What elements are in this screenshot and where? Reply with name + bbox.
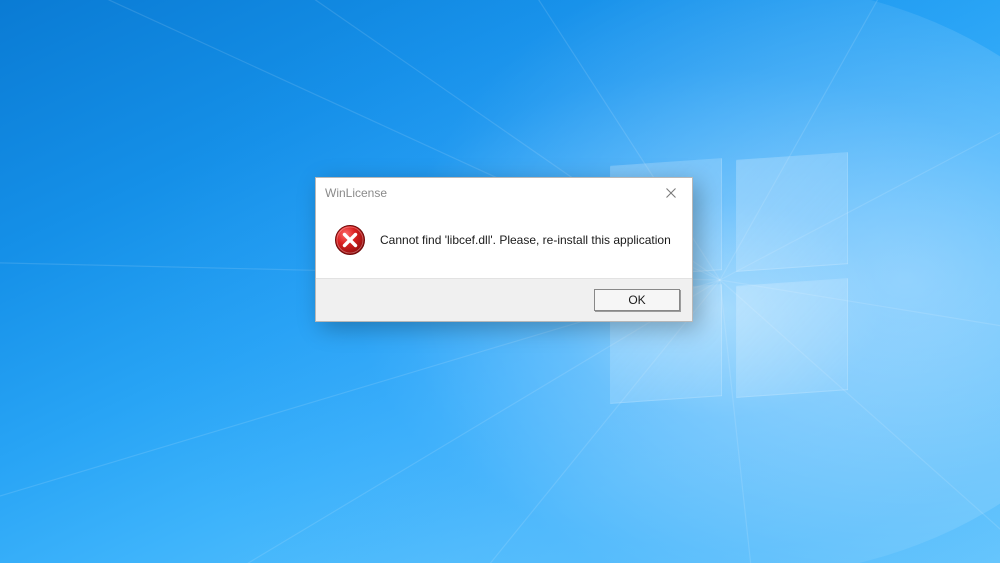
dialog-message: Cannot find 'libcef.dll'. Please, re-ins… [380, 232, 671, 249]
dialog-title: WinLicense [325, 186, 387, 200]
dialog-body: Cannot find 'libcef.dll'. Please, re-ins… [316, 208, 692, 278]
close-button[interactable] [652, 179, 690, 207]
error-dialog: WinLicense [315, 177, 693, 322]
dialog-titlebar[interactable]: WinLicense [316, 178, 692, 208]
ok-button[interactable]: OK [594, 289, 680, 311]
desktop-background: WinLicense [0, 0, 1000, 563]
error-icon [334, 224, 366, 256]
close-icon [666, 188, 676, 198]
dialog-footer: OK [316, 278, 692, 321]
